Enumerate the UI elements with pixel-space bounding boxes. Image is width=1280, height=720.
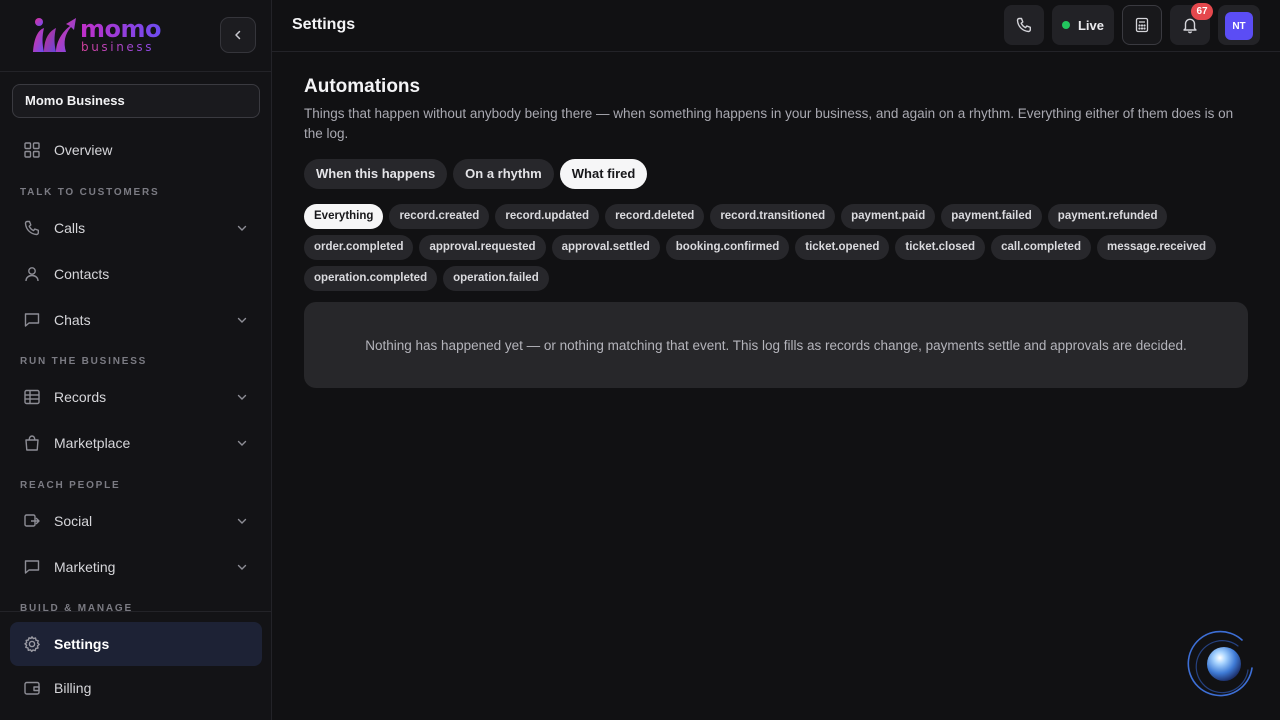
user-icon — [23, 265, 41, 283]
section-reach-people: REACH PEOPLE — [20, 480, 121, 491]
chevron-down-icon — [236, 561, 248, 573]
section-run-the-business: RUN THE BUSINESS — [20, 356, 148, 367]
sidebar-item-label: Contacts — [54, 266, 110, 282]
assistant-orb-icon — [1187, 630, 1253, 697]
filter-chip[interactable]: approval.requested — [419, 235, 546, 260]
phone-icon — [1016, 17, 1031, 33]
chat-icon — [23, 311, 41, 329]
chevron-left-icon — [235, 30, 241, 40]
automation-tabs: When this happens On a rhythm What fired — [304, 159, 648, 189]
call-button[interactable] — [1004, 5, 1044, 45]
filter-chip[interactable]: booking.confirmed — [665, 235, 790, 260]
bag-icon — [23, 434, 41, 452]
sidebar-item-contacts[interactable]: Contacts — [12, 254, 262, 294]
sidebar-item-overview[interactable]: Overview — [12, 130, 262, 170]
filter-chip[interactable]: payment.paid — [841, 204, 936, 229]
share-icon — [23, 512, 41, 530]
logo-area: momo business — [0, 0, 271, 72]
sidebar-item-chats[interactable]: Chats — [12, 300, 262, 340]
momo-logo-icon — [33, 18, 76, 52]
sidebar-item-calls[interactable]: Calls — [12, 208, 262, 248]
sidebar-item-label: Billing — [54, 680, 92, 696]
chevron-down-icon — [236, 437, 248, 449]
chevron-down-icon — [236, 515, 248, 527]
sidebar-item-label: Marketplace — [54, 435, 131, 451]
filter-chip[interactable]: order.completed — [304, 235, 414, 260]
chevron-down-icon — [236, 391, 248, 403]
filter-chip[interactable]: message.received — [1096, 235, 1217, 260]
filter-chip[interactable]: payment.failed — [941, 204, 1042, 229]
sidebar-item-billing[interactable]: Billing — [12, 668, 262, 708]
live-label: Live — [1077, 17, 1104, 33]
tab-when-this-happens[interactable]: When this happens — [304, 159, 448, 189]
sidebar-item-settings[interactable]: Settings — [10, 622, 262, 666]
chevron-down-icon — [236, 222, 248, 234]
section-description: Things that happen without anybody being… — [304, 106, 1234, 141]
phone-icon — [23, 219, 41, 237]
calculator-button[interactable] — [1122, 5, 1162, 45]
filter-chip[interactable]: record.updated — [495, 204, 600, 229]
sidebar-item-label: Chats — [54, 312, 91, 328]
sidebar-item-marketing[interactable]: Marketing — [12, 547, 262, 587]
sidebar-item-social[interactable]: Social — [12, 501, 262, 541]
workspace-selector[interactable]: Momo Business — [12, 84, 260, 118]
live-status-button[interactable]: Live — [1052, 5, 1114, 45]
sidebar-item-label: Calls — [54, 220, 86, 236]
brand-name: momo — [80, 15, 162, 43]
page-title: Settings — [292, 16, 356, 33]
empty-state-message: Nothing has happened yet — or nothing ma… — [365, 337, 1187, 353]
filter-chip[interactable]: record.deleted — [605, 204, 705, 229]
chevron-down-icon — [236, 314, 248, 326]
avatar[interactable]: NT — [1225, 12, 1253, 40]
filter-chip[interactable]: payment.refunded — [1047, 204, 1168, 229]
filter-chip-everything[interactable]: Everything — [304, 204, 384, 229]
filter-chip[interactable]: record.created — [389, 204, 490, 229]
section-talk-to-customers: TALK TO CUSTOMERS — [20, 187, 160, 198]
filter-chip[interactable]: operation.completed — [304, 266, 438, 291]
sidebar-item-label: Records — [54, 389, 107, 405]
gear-icon — [23, 635, 41, 653]
filter-chip[interactable]: ticket.opened — [795, 235, 890, 260]
filter-chip[interactable]: operation.failed — [443, 266, 549, 291]
tab-on-a-rhythm[interactable]: On a rhythm — [453, 159, 554, 189]
notification-count-badge: 67 — [1191, 3, 1213, 20]
assistant-orb-button[interactable] — [1186, 628, 1258, 700]
sidebar: momo business Momo Business Overview TAL… — [0, 0, 272, 720]
message-icon — [23, 558, 41, 576]
sidebar-item-label: Marketing — [54, 559, 116, 575]
sidebar-item-label: Social — [54, 513, 93, 529]
filter-chip[interactable]: call.completed — [991, 235, 1091, 260]
brand-tagline: business — [81, 40, 155, 54]
sidebar-item-marketplace[interactable]: Marketplace — [12, 423, 262, 463]
sidebar-item-records[interactable]: Records — [12, 377, 262, 417]
filter-chip[interactable]: approval.settled — [551, 235, 660, 260]
table-icon — [23, 388, 41, 406]
event-filter-chips: Everything record.created record.updated… — [304, 204, 1248, 291]
collapse-sidebar-button[interactable] — [220, 17, 256, 53]
sidebar-item-label: Overview — [54, 142, 113, 158]
calculator-icon — [1135, 17, 1149, 33]
sidebar-item-label: Settings — [54, 636, 110, 652]
filter-chip[interactable]: ticket.closed — [895, 235, 986, 260]
empty-state-card: Nothing has happened yet — or nothing ma… — [304, 302, 1248, 388]
live-status-dot — [1061, 21, 1070, 29]
section-title: Automations — [304, 76, 421, 97]
wallet-icon — [23, 679, 41, 697]
filter-chip[interactable]: record.transitioned — [710, 204, 836, 229]
grid-icon — [23, 141, 41, 159]
tab-what-fired[interactable]: What fired — [559, 159, 648, 189]
